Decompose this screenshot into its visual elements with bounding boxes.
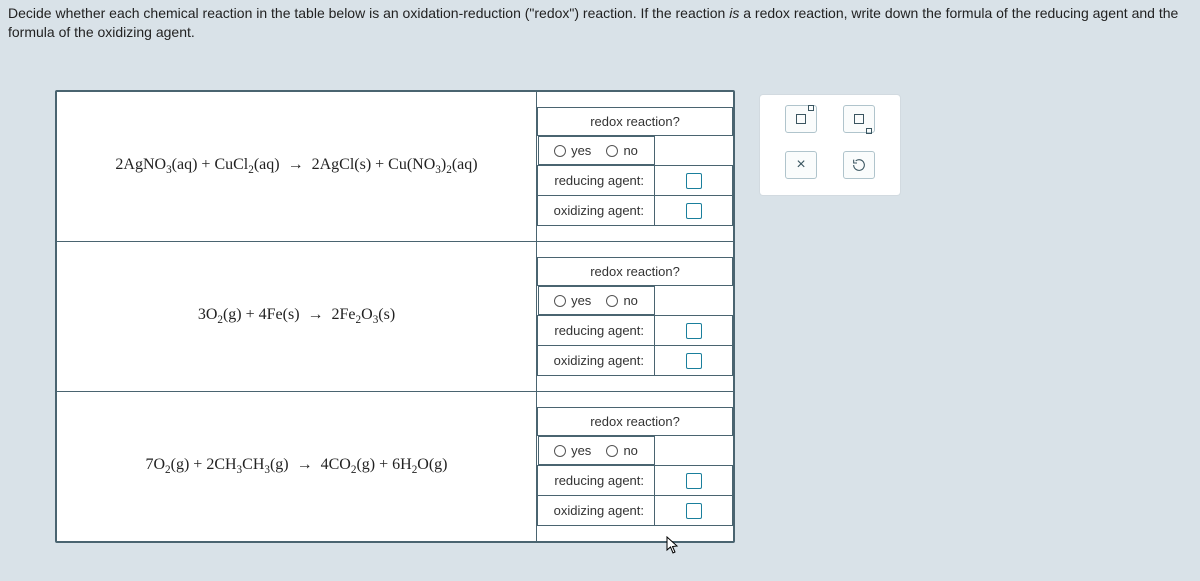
redox-no-radio-1[interactable]: no [606, 143, 637, 158]
yes-label: yes [571, 143, 591, 158]
superscript-button[interactable] [785, 105, 817, 133]
prompt-pre: Decide whether each chemical reaction in… [8, 5, 729, 21]
reaction-inputs-1: redox reaction? yes no reducing agent: o… [537, 92, 734, 242]
no-label: no [623, 293, 637, 308]
redox-header: redox reaction? [538, 108, 733, 136]
oxidizing-agent-input-1[interactable] [686, 203, 702, 219]
reducing-agent-input-3[interactable] [686, 473, 702, 489]
table-row: 3O2(g) + 4Fe(s) → 2Fe2O3(s) redox reacti… [57, 242, 734, 392]
reducing-agent-input-1[interactable] [686, 173, 702, 189]
redox-no-radio-3[interactable]: no [606, 443, 637, 458]
reset-icon [851, 157, 867, 173]
redox-no-radio-2[interactable]: no [606, 293, 637, 308]
subscript-button[interactable] [843, 105, 875, 133]
reaction-inputs-3: redox reaction? yes no reducing agent: o… [537, 392, 734, 542]
redox-yes-radio-3[interactable]: yes [554, 443, 591, 458]
prompt-ital: is [729, 5, 739, 21]
oxidizing-label: oxidizing agent: [538, 346, 655, 376]
reaction-equation-1: 2AgNO3(aq) + CuCl2(aq) → 2AgCl(s) + Cu(N… [57, 92, 537, 242]
no-label: no [623, 143, 637, 158]
redox-header: redox reaction? [538, 258, 733, 286]
reducing-label: reducing agent: [538, 316, 655, 346]
question-prompt: Decide whether each chemical reaction in… [8, 4, 1192, 42]
yes-label: yes [571, 293, 591, 308]
reaction-table-panel: 2AgNO3(aq) + CuCl2(aq) → 2AgCl(s) + Cu(N… [55, 90, 735, 543]
reaction-table: 2AgNO3(aq) + CuCl2(aq) → 2AgCl(s) + Cu(N… [56, 91, 734, 542]
reducing-agent-input-2[interactable] [686, 323, 702, 339]
keypad-panel: × [760, 95, 900, 195]
reaction-inputs-2: redox reaction? yes no reducing agent: o… [537, 242, 734, 392]
yes-label: yes [571, 443, 591, 458]
reaction-equation-3: 7O2(g) + 2CH3CH3(g) → 4CO2(g) + 6H2O(g) [57, 392, 537, 542]
reducing-label: reducing agent: [538, 466, 655, 496]
close-icon: × [796, 156, 805, 174]
oxidizing-label: oxidizing agent: [538, 496, 655, 526]
table-row: 2AgNO3(aq) + CuCl2(aq) → 2AgCl(s) + Cu(N… [57, 92, 734, 242]
oxidizing-agent-input-3[interactable] [686, 503, 702, 519]
reaction-equation-2: 3O2(g) + 4Fe(s) → 2Fe2O3(s) [57, 242, 537, 392]
oxidizing-agent-input-2[interactable] [686, 353, 702, 369]
table-row: 7O2(g) + 2CH3CH3(g) → 4CO2(g) + 6H2O(g) … [57, 392, 734, 542]
redox-yes-radio-1[interactable]: yes [554, 143, 591, 158]
clear-button[interactable]: × [785, 151, 817, 179]
no-label: no [623, 443, 637, 458]
reducing-label: reducing agent: [538, 166, 655, 196]
redox-yes-radio-2[interactable]: yes [554, 293, 591, 308]
oxidizing-label: oxidizing agent: [538, 196, 655, 226]
redox-header: redox reaction? [538, 408, 733, 436]
reset-button[interactable] [843, 151, 875, 179]
